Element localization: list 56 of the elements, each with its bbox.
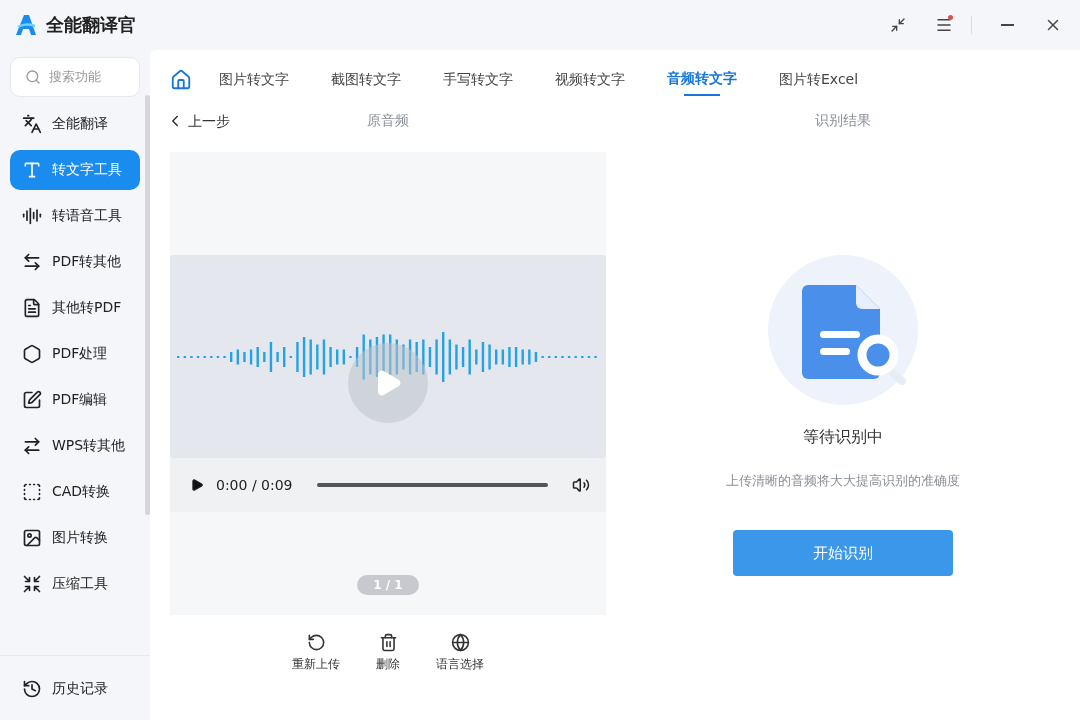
globe-icon [450, 633, 470, 652]
shrink-icon [22, 574, 42, 594]
sidebar-item[interactable]: PDF处理 [10, 334, 140, 374]
hexagon-icon [22, 344, 42, 364]
app-title: 全能翻译官 [46, 13, 137, 37]
tab-underline [684, 94, 720, 96]
tab[interactable]: 截图转文字 [310, 50, 422, 110]
scrollbar[interactable] [145, 95, 150, 515]
document-icon [22, 298, 42, 318]
status-text: 等待识别中 [803, 427, 883, 448]
panel-heading: 原音频 [367, 112, 409, 130]
action-button[interactable]: 删除 [364, 633, 412, 673]
sidebar-item[interactable]: PDF转其他 [10, 242, 140, 282]
tab[interactable]: 音频转文字 [646, 50, 758, 110]
tab[interactable]: 图片转文字 [198, 50, 310, 110]
panel-heading: 识别结果 [815, 112, 871, 130]
sidebar-item[interactable]: PDF编辑 [10, 380, 140, 420]
audio-icon [22, 206, 42, 226]
sidebar-item[interactable]: 图片转换 [10, 518, 140, 558]
play-icon[interactable] [190, 478, 204, 492]
sidebar-item[interactable]: CAD转换 [10, 472, 140, 512]
back-button[interactable]: 上一步 [166, 111, 230, 131]
hint-text: 上传清晰的音频将大大提高识别的准确度 [726, 472, 960, 490]
sidebar-item[interactable]: WPS转其他 [10, 426, 140, 466]
sidebar-item[interactable]: 历史记录 [10, 669, 140, 709]
undo-icon [306, 633, 326, 652]
sidebar-item[interactable]: 其他转PDF [10, 288, 140, 328]
sidebar-item[interactable]: 转语音工具 [10, 196, 140, 236]
play-overlay-button[interactable] [348, 343, 428, 423]
shrink-icon [890, 17, 906, 33]
square-icon [22, 482, 42, 502]
tab[interactable]: 视频转文字 [534, 50, 646, 110]
volume-icon[interactable] [572, 476, 590, 494]
page-indicator: 1 / 1 [357, 575, 419, 595]
language-icon [22, 114, 42, 134]
text-icon [22, 160, 42, 180]
action-button[interactable]: 语言选择 [436, 633, 484, 673]
minimize-icon [1000, 24, 1014, 26]
action-button[interactable]: 重新上传 [292, 633, 340, 673]
tab[interactable]: 手写转文字 [422, 50, 534, 110]
swap-icon [22, 252, 42, 272]
time-reading: 0:00 / 0:09 [216, 477, 293, 493]
search-icon [25, 69, 41, 85]
progress-track[interactable] [316, 483, 548, 487]
tab[interactable]: 图片转Excel [758, 50, 880, 110]
sidebar-item[interactable]: 全能翻译 [10, 104, 140, 144]
sidebar-item[interactable]: 压缩工具 [10, 564, 140, 604]
search-placeholder: 搜索功能 [49, 68, 101, 86]
image-icon [22, 528, 42, 548]
menu-icon [935, 16, 953, 34]
history-icon [22, 679, 42, 699]
home-icon[interactable] [170, 69, 192, 91]
edit-icon [22, 390, 42, 410]
trash-icon [378, 633, 398, 652]
logo-icon [14, 13, 38, 37]
swap-icon [22, 436, 42, 456]
